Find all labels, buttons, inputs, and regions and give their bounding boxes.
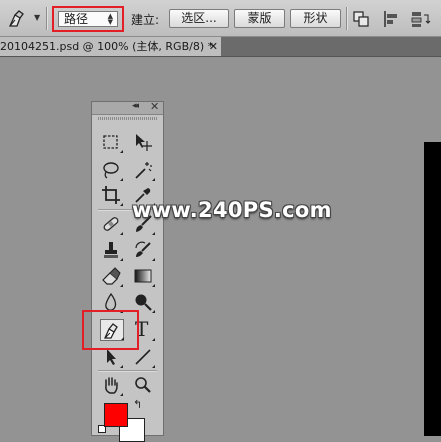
pen-tool-highlight	[82, 310, 139, 350]
swap-colors-icon[interactable]: ↰	[133, 398, 142, 411]
dodge-icon	[135, 294, 152, 311]
magic-wand-icon	[135, 162, 152, 179]
gradient-tool[interactable]	[132, 265, 155, 287]
gradient-icon	[134, 269, 152, 283]
history-brush-icon	[135, 241, 151, 257]
history-brush-tool[interactable]	[132, 239, 155, 261]
line-icon	[135, 349, 151, 365]
marquee-icon	[103, 135, 118, 149]
tools-panel-header[interactable]: ◂◂ ✕	[92, 100, 163, 115]
mode-select-value: 路径	[64, 12, 89, 26]
eraser-icon	[102, 267, 121, 285]
eraser-tool[interactable]	[100, 265, 123, 287]
tool-preset-picker[interactable]: ▼	[6, 9, 42, 29]
document-tab-title: 20104251.psd @ 100% (主体, RGB/8) *	[0, 40, 214, 53]
move-tool[interactable]	[132, 131, 154, 153]
path-operations-icon[interactable]	[352, 10, 372, 28]
document-canvas[interactable]	[424, 142, 441, 436]
collapse-icon[interactable]: ◂◂	[132, 101, 139, 111]
divider	[346, 7, 348, 30]
options-bar: ▼ 路径 ▲ ▼ 建立: 选区... 蒙版 形状	[0, 0, 441, 37]
magic-wand-tool[interactable]	[132, 159, 155, 181]
pen-tool-icon	[8, 10, 24, 27]
divider	[98, 370, 157, 372]
divider	[46, 7, 48, 30]
lasso-icon	[103, 162, 119, 179]
panel-grip[interactable]	[98, 117, 157, 120]
hand-icon	[105, 377, 118, 394]
tools-panel: ◂◂ ✕ T	[91, 100, 164, 436]
zoom-tool[interactable]	[132, 374, 154, 396]
blur-drop-icon	[105, 292, 117, 311]
hand-tool[interactable]	[100, 374, 123, 396]
mask-button[interactable]: 蒙版	[234, 9, 285, 28]
close-icon[interactable]: ✕	[150, 100, 159, 113]
foreground-color-swatch[interactable]	[104, 403, 128, 427]
watermark-text: www.240PS.com	[132, 198, 332, 222]
document-tab-bar: 20104251.psd @ 100% (主体, RGB/8) * ✕	[0, 37, 441, 57]
healing-brush-tool[interactable]	[100, 213, 123, 235]
path-alignment-icon[interactable]	[382, 10, 402, 28]
stamp-icon	[104, 242, 118, 258]
lasso-tool[interactable]	[100, 159, 123, 181]
marquee-tool[interactable]	[100, 131, 123, 153]
document-tab[interactable]: 20104251.psd @ 100% (主体, RGB/8) * ✕	[0, 37, 221, 56]
clone-stamp-tool[interactable]	[100, 239, 123, 261]
updown-arrows-icon: ▲ ▼	[107, 12, 113, 26]
mode-select[interactable]: 路径 ▲ ▼	[58, 11, 118, 27]
shape-button[interactable]: 形状	[290, 9, 341, 28]
build-label: 建立:	[131, 13, 160, 27]
arrow-icon	[107, 349, 116, 365]
zoom-icon	[135, 377, 151, 393]
selection-button[interactable]: 选区...	[169, 9, 229, 28]
close-icon[interactable]: ✕	[209, 37, 218, 56]
crop-tool[interactable]	[100, 184, 123, 206]
bandage-icon	[103, 217, 119, 231]
chevron-down-icon: ▼	[34, 13, 41, 22]
path-arrangement-icon[interactable]	[410, 10, 431, 28]
move-icon	[136, 134, 152, 151]
crop-icon	[102, 186, 120, 204]
mode-select-highlight: 路径 ▲ ▼	[52, 6, 124, 32]
